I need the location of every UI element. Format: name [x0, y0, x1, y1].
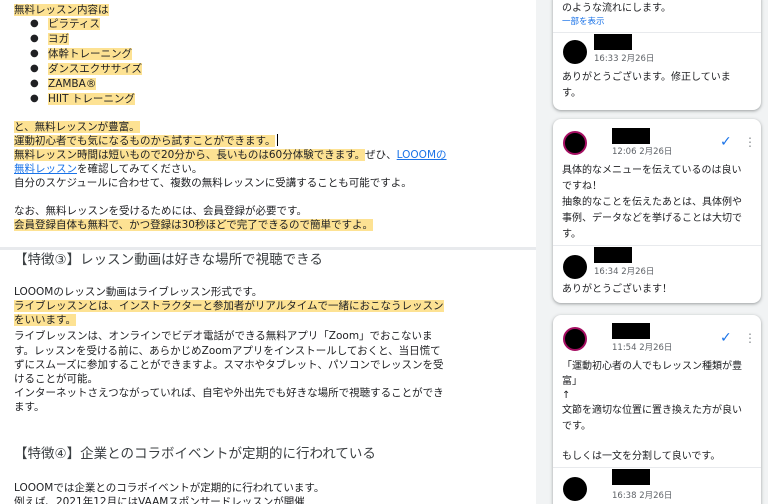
doc-line: けることが可能。	[14, 373, 98, 385]
comment-text: 「運動初心者の人でもレッスン種類が豊	[562, 361, 742, 372]
avatar	[563, 477, 587, 501]
comment-text: です。	[562, 421, 591, 432]
free-lesson-link[interactable]: 無料レッスン	[14, 163, 77, 175]
bullet-item: ヨガ	[48, 33, 69, 45]
comment-time: 12:06 2月26日	[612, 147, 673, 157]
doc-line: ます。	[14, 401, 45, 413]
avatar	[563, 327, 587, 351]
doc-line: LOOOMのレッスン動画はライブレッスン形式です。	[14, 286, 263, 298]
doc-line: 無料レッスン内容は	[14, 4, 109, 16]
doc-line: インターネットさえつながっていれば、自宅や外出先でも好きな場所で視聴することがで…	[14, 387, 444, 399]
doc-line: 無料レッスン時間は短いもので20分から、長いものは60分体験できます。ぜひ、LO…	[14, 149, 447, 161]
doc-line: ライブレッスンとは、インストラクターと参加者がリアルタイムで一緒におこなうレッス…	[14, 300, 444, 312]
redacted-name	[594, 34, 632, 50]
section-heading: 【特徴③】レッスン動画は好きな場所で視聴できる	[14, 252, 323, 268]
redacted-name	[612, 128, 650, 144]
reply-divider	[553, 245, 761, 246]
bullet-item: 体幹トレーニング	[48, 48, 132, 60]
bullet-dot: ●	[30, 78, 39, 89]
bullet-dot: ●	[30, 33, 39, 44]
comment-text: ↑	[562, 390, 571, 401]
redacted-name	[594, 247, 632, 263]
avatar	[563, 40, 587, 64]
more-options-icon[interactable]: ⋮	[744, 136, 756, 148]
redacted-name	[612, 323, 650, 339]
reply-divider	[553, 32, 761, 33]
bullet-dot: ●	[30, 48, 39, 59]
comment-thread[interactable]: のような流れにします。 一部を表示 16:33 2月26日 ありがとうございます…	[553, 0, 761, 110]
comment-text: ですね！	[562, 181, 602, 192]
doc-line: す。レッスンを受ける前に、あらかじめZoomアプリをインストールしておくと、当日…	[14, 345, 441, 357]
bullet-item: ダンスエクササイズ	[48, 63, 142, 75]
comment-time: 11:54 2月26日	[612, 343, 673, 353]
comment-text: 文節を適切な位置に置き換えた方が良い	[562, 405, 742, 416]
page-divider	[0, 247, 536, 250]
comment-text: 具体的なメニューを伝えているのは良い	[562, 165, 742, 176]
comment-text: 抽象的なことを伝えたあとは、具体例や	[562, 197, 742, 208]
resolve-check-icon[interactable]: ✓	[720, 331, 732, 345]
resolve-check-icon[interactable]: ✓	[720, 135, 732, 149]
text-cursor	[277, 134, 279, 146]
looom-link[interactable]: LOOOMの	[397, 149, 447, 161]
comment-time: 16:34 2月26日	[594, 267, 655, 277]
reply-text: す。	[562, 88, 581, 99]
doc-line: と、無料レッスンが豊富。	[14, 121, 140, 133]
reply-text: ありがとうございます。修正していま	[562, 72, 731, 83]
doc-line: 自分のスケジュールに合わせて、複数の無料レッスンに受講することも可能ですよ。	[14, 177, 412, 189]
doc-line: LOOOMでは企業とのコラボイベントが定期的に行われています。	[14, 482, 325, 494]
doc-line: 例えば、2021年12月にはVAAMスポンサードレッスンが開催	[14, 496, 305, 504]
doc-line: 運動初心者でも気になるものから試すことができます。	[14, 134, 279, 148]
doc-line: ずにスムーズに参加することができますよ。スマホやタブレット、パソコンでレッスンを…	[14, 359, 444, 371]
bullet-item: ピラティス	[48, 18, 100, 30]
show-more-link[interactable]: 一部を表示	[562, 15, 605, 27]
avatar	[563, 131, 587, 155]
bullet-dot: ●	[30, 93, 39, 104]
comment-thread[interactable]: 11:54 2月26日 ✓ ⋮ 「運動初心者の人でもレッスン種類が豊 富」 ↑ …	[553, 315, 761, 504]
doc-line: ライブレッスンは、オンラインでビデオ電話ができる無料アプリ「Zoom」でおこない…	[14, 330, 433, 342]
comment-thread[interactable]: 12:06 2月26日 ✓ ⋮ 具体的なメニューを伝えているのは良い ですね！ …	[553, 119, 761, 303]
comments-panel: のような流れにします。 一部を表示 16:33 2月26日 ありがとうございます…	[536, 0, 768, 504]
comment-text: す。	[562, 229, 581, 240]
doc-line: をいいます。	[14, 314, 76, 326]
bullet-item: ZAMBA®	[48, 78, 97, 90]
comment-text: 事例、データなどを挙げることは大切で	[562, 213, 742, 224]
section-heading: 【特徴④】企業とのコラボイベントが定期的に行われている	[14, 446, 376, 462]
document-page[interactable]: 無料レッスン内容は ● ピラティス ● ヨガ ● 体幹トレーニング ● ダンスエ…	[0, 0, 536, 504]
reply-divider	[553, 467, 761, 468]
bullet-item: HIIT トレーニング	[48, 93, 135, 105]
redacted-name	[612, 469, 650, 485]
bullet-dot: ●	[30, 18, 39, 29]
reply-text: ありがとうございます！	[562, 284, 672, 295]
comment-text: もしくは一文を分割して良いです。	[562, 451, 721, 462]
more-options-icon[interactable]: ⋮	[744, 332, 756, 344]
comment-time: 16:33 2月26日	[594, 54, 655, 64]
bullet-dot: ●	[30, 63, 39, 74]
doc-line: 無料レッスンを確認してみてください。	[14, 163, 203, 175]
comment-time: 16:38 2月26日	[612, 491, 673, 501]
doc-line: 会員登録自体も無料で、かつ登録は30秒ほどで完了できるので簡単ですよ。	[14, 219, 374, 231]
avatar	[563, 255, 587, 279]
doc-line: なお、無料レッスンを受けるためには、会員登録が必要です。	[14, 205, 307, 217]
